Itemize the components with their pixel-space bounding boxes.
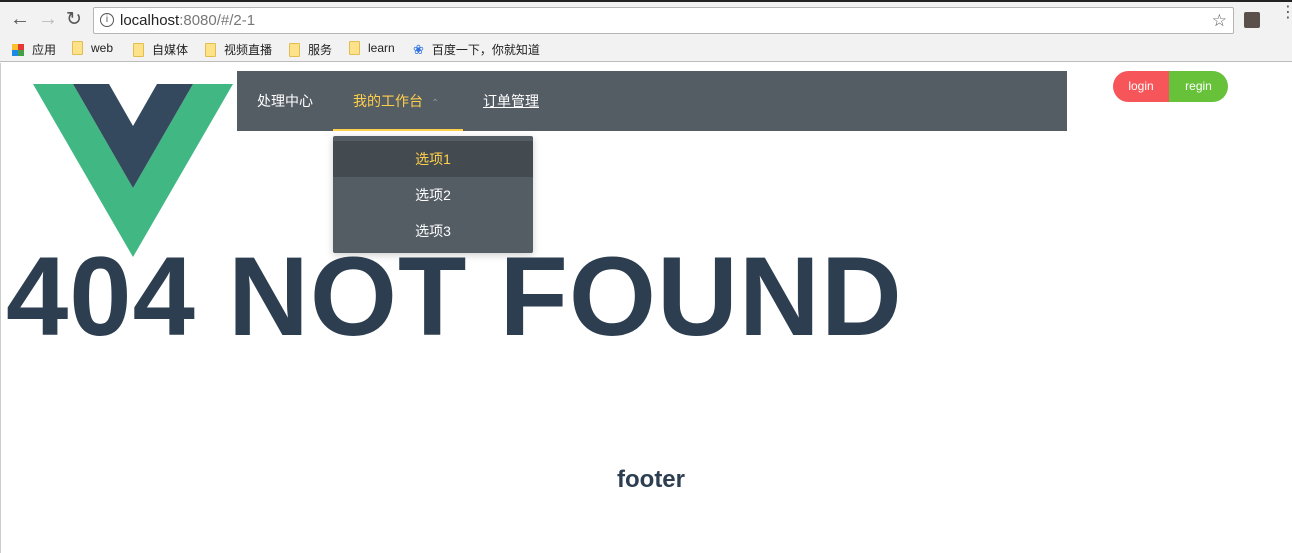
register-button[interactable]: regin bbox=[1169, 71, 1228, 102]
nav-menu: 处理中心 我的工作台 ⌃ 订单管理 bbox=[237, 71, 1067, 131]
more-menu-icon[interactable]: ⋮ bbox=[1280, 5, 1292, 21]
back-icon[interactable]: ← bbox=[10, 8, 30, 31]
address-bar[interactable]: i localhost:8080/#/2-1 ☆ bbox=[93, 7, 1234, 34]
apps-icon bbox=[12, 43, 24, 56]
bookmarks-bar: 应用 web 自媒体 视频直播 服务 learn ❀ 百度一下，你就知道 bbox=[0, 36, 1292, 62]
not-found-title: 404 NOT FOUND bbox=[6, 234, 903, 359]
baidu-paw-icon: ❀ bbox=[413, 41, 424, 57]
extension-icon[interactable] bbox=[1244, 12, 1260, 28]
nav-item-order-management[interactable]: 订单管理 bbox=[463, 71, 559, 131]
bookmark-learn[interactable]: learn bbox=[349, 41, 395, 55]
login-button[interactable]: login bbox=[1113, 71, 1169, 102]
bookmark-baidu[interactable]: ❀ 百度一下，你就知道 bbox=[413, 41, 540, 58]
folder-icon bbox=[72, 41, 83, 55]
submenu-item-2[interactable]: 选项2 bbox=[333, 177, 533, 213]
bookmark-live[interactable]: 视频直播 bbox=[205, 41, 272, 58]
info-icon[interactable]: i bbox=[100, 13, 114, 27]
bookmark-web[interactable]: web bbox=[72, 41, 113, 55]
submenu-item-1[interactable]: 选项1 bbox=[333, 141, 533, 177]
bookmark-star-icon[interactable]: ☆ bbox=[1212, 8, 1227, 33]
folder-icon bbox=[289, 42, 300, 57]
reload-icon[interactable]: ↻ bbox=[66, 8, 82, 31]
folder-icon bbox=[349, 41, 360, 55]
footer: footer bbox=[617, 466, 685, 493]
forward-icon[interactable]: → bbox=[38, 8, 58, 31]
bookmark-media[interactable]: 自媒体 bbox=[133, 41, 188, 58]
chevron-up-icon: ⌃ bbox=[431, 98, 440, 109]
folder-icon bbox=[133, 42, 144, 57]
bookmark-service[interactable]: 服务 bbox=[289, 41, 332, 58]
nav-item-my-workbench[interactable]: 我的工作台 ⌃ bbox=[333, 71, 463, 131]
browser-toolbar: ← → ↻ i localhost:8080/#/2-1 ☆ ⋮ bbox=[0, 0, 1292, 36]
bookmark-apps[interactable]: 应用 bbox=[12, 41, 56, 58]
folder-icon bbox=[205, 42, 216, 57]
nav-item-processing-center[interactable]: 处理中心 bbox=[237, 71, 333, 131]
